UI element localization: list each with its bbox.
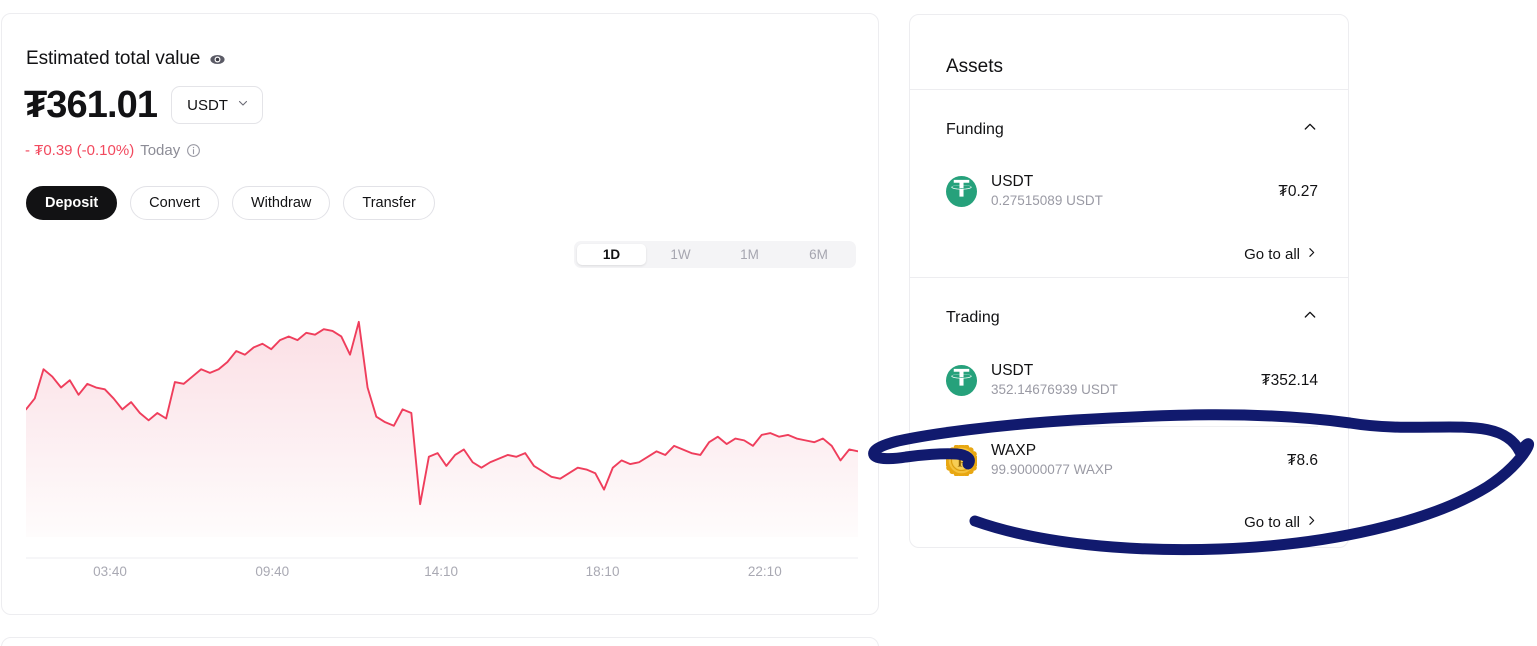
chevron-up-icon[interactable] [1302, 119, 1318, 140]
asset-symbol: USDT [991, 362, 1034, 379]
x-axis-tick: 14:10 [424, 564, 459, 579]
svg-text:P: P [958, 455, 966, 470]
portfolio-card: Estimated total value ₮361.01 USDT - ₮0.… [1, 13, 879, 615]
range-option-1m[interactable]: 1M [715, 244, 784, 265]
transfer-button[interactable]: Transfer [343, 186, 435, 220]
asset-amount: 352.14676939 USDT [991, 382, 1118, 397]
assets-header-divider [910, 89, 1348, 90]
asset-amount: 99.90000077 WAXP [991, 462, 1113, 477]
withdraw-button[interactable]: Withdraw [231, 186, 331, 220]
go-to-all-label: Go to all [1244, 514, 1300, 531]
info-icon[interactable] [186, 143, 201, 158]
currency-selector-value: USDT [187, 96, 228, 114]
asset-amount: 0.27515089 USDT [991, 193, 1103, 208]
eye-icon[interactable] [209, 51, 226, 68]
section-name-funding: Funding [946, 120, 1004, 138]
change-amount: - ₮0.39 (-0.10%) [25, 142, 135, 159]
go-to-all-trading[interactable]: Go to all [1244, 514, 1318, 531]
asset-info: USDT 0.27515089 USDT [991, 173, 1278, 210]
section-header-funding[interactable]: Funding [946, 119, 1318, 140]
asset-value: ₮8.6 [1286, 451, 1318, 469]
secondary-card [1, 637, 879, 646]
x-axis-tick: 03:40 [93, 564, 127, 579]
estimated-total-value-header: Estimated total value [26, 48, 226, 70]
currency-selector[interactable]: USDT [171, 86, 263, 124]
asset-value: ₮352.14 [1261, 371, 1318, 389]
asset-row-separator [946, 426, 1318, 427]
assets-title: Assets [946, 56, 1004, 77]
section-header-trading[interactable]: Trading [946, 307, 1318, 328]
value-change-row: - ₮0.39 (-0.10%) Today [25, 142, 201, 159]
x-axis-tick: 18:10 [585, 564, 620, 579]
portfolio-value-chart[interactable] [26, 294, 858, 559]
convert-button[interactable]: Convert [130, 186, 219, 220]
asset-symbol: WAXP [991, 442, 1037, 459]
asset-row-trading-usdt[interactable]: USDT 352.14676939 USDT ₮352.14 [946, 362, 1318, 399]
go-to-all-funding[interactable]: Go to all [1244, 246, 1318, 263]
total-value-row: ₮361.01 USDT [24, 86, 263, 124]
tether-coin-icon [946, 365, 977, 396]
asset-value: ₮0.27 [1278, 182, 1318, 200]
action-buttons: Deposit Convert Withdraw Transfer [26, 186, 435, 220]
chevron-down-icon [237, 96, 249, 114]
x-axis-tick: 22:10 [747, 564, 782, 579]
range-option-1d[interactable]: 1D [577, 244, 646, 265]
x-axis-tick: 09:40 [255, 564, 290, 579]
estimated-total-value-label: Estimated total value [26, 48, 201, 69]
asset-info: USDT 352.14676939 USDT [991, 362, 1261, 399]
range-option-1w[interactable]: 1W [646, 244, 715, 265]
chevron-up-icon[interactable] [1302, 307, 1318, 328]
change-period: Today [140, 142, 181, 159]
asset-row-trading-waxp[interactable]: P WAXP 99.90000077 WAXP ₮8.6 [944, 442, 1318, 479]
total-value: ₮361.01 [24, 84, 158, 126]
wallet-overview-screen: Opportunities Discover hot and new crypt… [0, 0, 1537, 646]
deposit-button[interactable]: Deposit [26, 186, 118, 220]
waxp-coin-icon: P [944, 443, 979, 478]
chevron-right-icon [1305, 514, 1318, 531]
go-to-all-label: Go to all [1244, 246, 1300, 263]
tether-coin-icon [946, 176, 977, 207]
asset-symbol: USDT [991, 173, 1034, 190]
chart-x-axis: 03:40 09:40 14:10 18:10 22:10 [26, 564, 858, 586]
section-divider [910, 277, 1348, 278]
assets-card: Assets Funding USDT 0.27515089 USDT ₮0.2… [909, 14, 1349, 548]
section-name-trading: Trading [946, 308, 1000, 326]
asset-info: WAXP 99.90000077 WAXP [991, 442, 1287, 479]
chevron-right-icon [1305, 246, 1318, 263]
asset-row-funding-usdt[interactable]: USDT 0.27515089 USDT ₮0.27 [946, 173, 1318, 210]
range-option-6m[interactable]: 6M [784, 244, 853, 265]
chart-range-switch: 1D 1W 1M 6M [574, 241, 856, 268]
